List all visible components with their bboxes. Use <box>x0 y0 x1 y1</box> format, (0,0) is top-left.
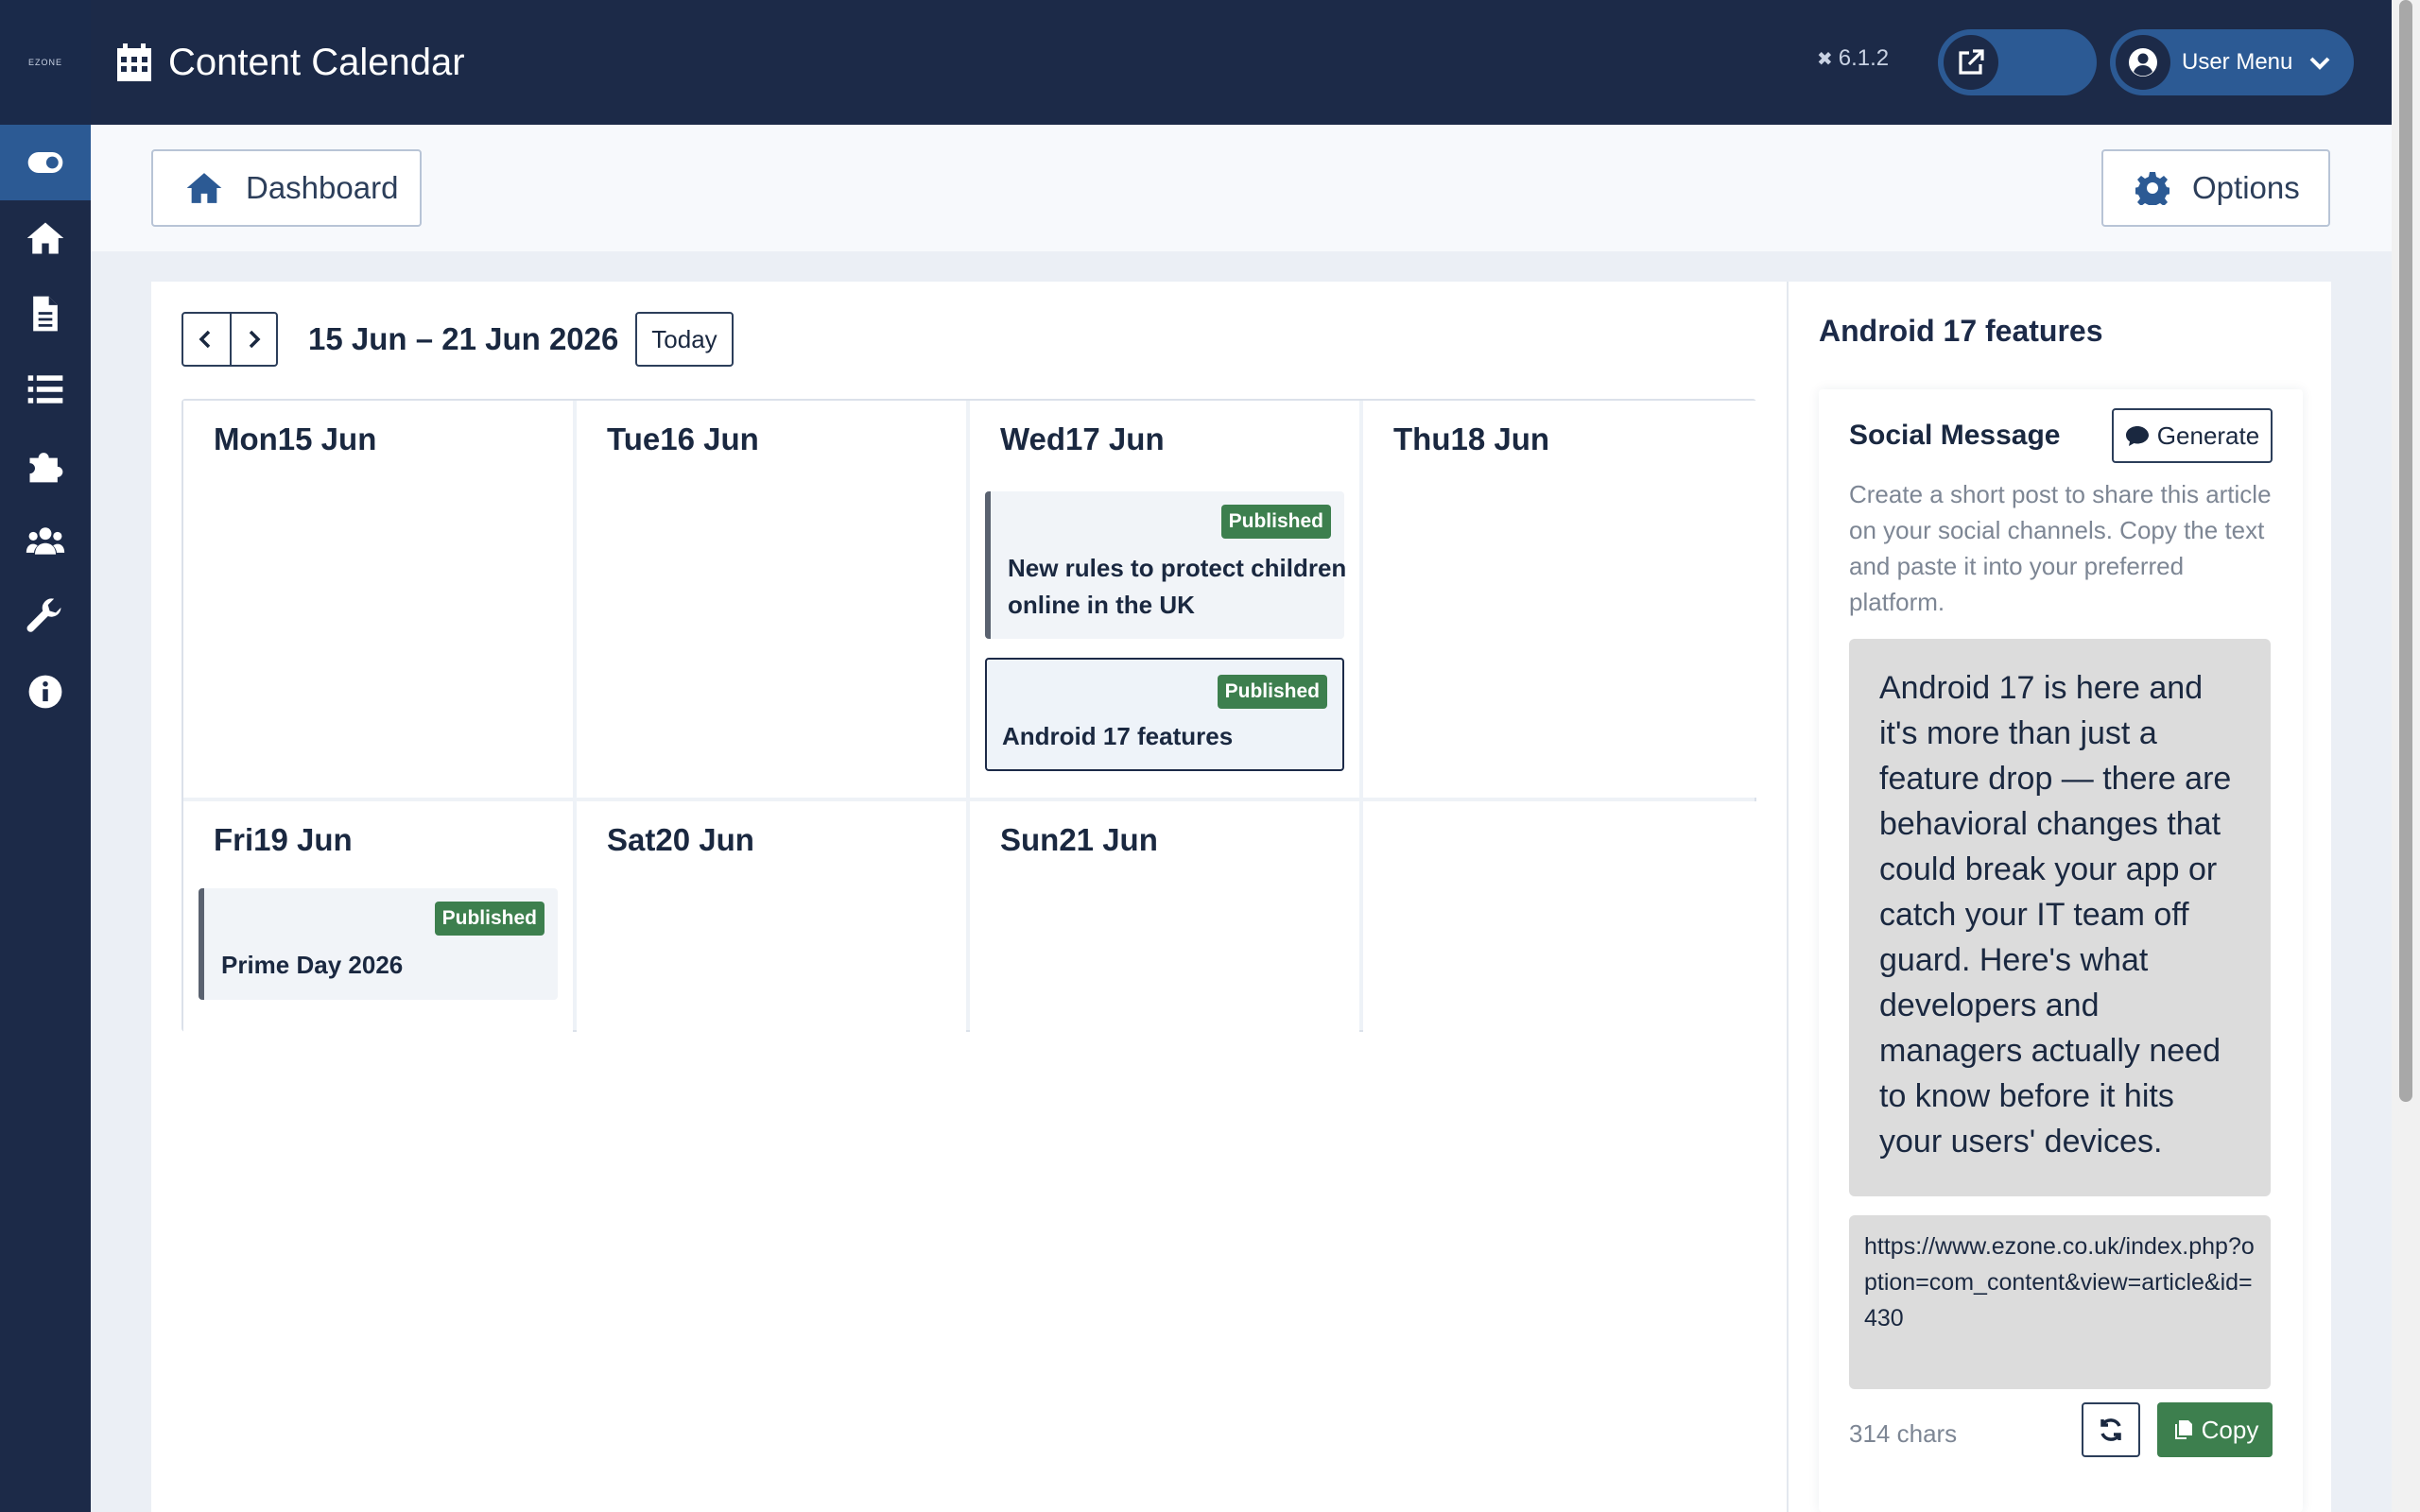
refresh-icon <box>2100 1418 2121 1441</box>
status-badge: Published <box>434 902 544 936</box>
article-url[interactable]: https://www.ezone.co.uk/index.php?option… <box>1849 1215 2271 1389</box>
social-message-card: Social Message Generate Create a short p… <box>1819 389 2303 1512</box>
chevron-left-icon <box>199 330 211 349</box>
page-title: Content Calendar <box>168 41 465 83</box>
day-cell[interactable]: Tue16 Jun <box>577 401 966 798</box>
version-number: 6.1.2 <box>1838 45 1890 71</box>
logo-text: EZONE <box>27 58 62 67</box>
day-label: Sat20 Jun <box>607 822 754 857</box>
day-label: Wed17 Jun <box>1000 421 1165 456</box>
sidebar-item-articles[interactable] <box>0 276 91 352</box>
day-cell[interactable]: Sat20 Jun <box>577 801 966 1032</box>
day-cell[interactable]: Sun21 Jun <box>970 801 1359 1032</box>
dashboard-label: Dashboard <box>246 170 399 205</box>
gear-icon <box>2135 172 2169 205</box>
social-message-heading: Social Message <box>1849 420 2061 451</box>
options-label: Options <box>2192 170 2300 205</box>
info-icon <box>28 675 62 709</box>
next-week-button[interactable] <box>229 314 276 365</box>
detail-panel: Android 17 features Social Message Gener… <box>1787 282 2331 1512</box>
event-title: Android 17 features <box>1002 722 1234 750</box>
calendar-grid: Mon15 Jun Tue16 Jun Wed17 Jun Published … <box>182 399 1756 1032</box>
today-button[interactable]: Today <box>635 312 734 367</box>
social-message-text[interactable]: Android 17 is here and it's more than ju… <box>1849 639 2271 1196</box>
status-badge: Published <box>1220 505 1331 539</box>
day-cell[interactable]: Mon15 Jun <box>183 401 573 798</box>
sidebar-item-menus[interactable] <box>0 352 91 427</box>
event-card[interactable]: Published Prime Day 2026 <box>199 888 558 1000</box>
calendar-panel: 15 Jun – 21 Jun 2026 Today Mon15 Jun Tue… <box>151 282 1787 1512</box>
chevron-right-icon <box>250 330 261 349</box>
user-menu-label: User Menu <box>2182 49 2293 75</box>
event-title: Prime Day 2026 <box>221 951 404 979</box>
status-badge: Published <box>1217 675 1327 709</box>
empty-cell <box>1363 801 1756 1032</box>
external-link-icon <box>1944 35 1998 90</box>
detail-title: Android 17 features <box>1819 314 2103 348</box>
sidebar-item-help[interactable] <box>0 654 91 730</box>
copy-label: Copy <box>2201 1415 2259 1444</box>
sidebar-item-users[interactable] <box>0 503 91 578</box>
day-label: Fri19 Jun <box>214 822 353 857</box>
event-title: New rules to protect children online in … <box>1008 554 1347 619</box>
date-range: 15 Jun – 21 Jun 2026 <box>308 321 619 356</box>
page-title-wrap: Content Calendar <box>117 0 465 125</box>
comment-icon <box>2125 426 2149 446</box>
sidebar: EZONE <box>0 0 91 1512</box>
day-label: Mon15 Jun <box>214 421 377 456</box>
copy-icon <box>2174 1420 2192 1439</box>
home-icon <box>186 173 222 203</box>
generate-label: Generate <box>2156 421 2260 450</box>
version-badge: ✖ 6.1.2 <box>1817 45 1889 72</box>
options-button[interactable]: Options <box>2101 149 2330 227</box>
dashboard-button[interactable]: Dashboard <box>151 149 422 227</box>
home-icon <box>26 222 64 254</box>
users-icon <box>26 527 65 555</box>
joomla-icon: ✖ <box>1817 48 1833 70</box>
day-cell[interactable]: Fri19 Jun Published Prime Day 2026 <box>183 801 573 1032</box>
sidebar-item-system[interactable] <box>0 578 91 654</box>
week-nav <box>182 312 278 367</box>
header: Content Calendar ✖ 6.1.2 User Menu <box>91 0 2392 125</box>
day-label: Sun21 Jun <box>1000 822 1158 857</box>
wrench-icon <box>26 598 61 632</box>
regenerate-button[interactable] <box>2082 1402 2140 1457</box>
logo[interactable]: EZONE <box>0 0 91 125</box>
puzzle-icon <box>29 453 63 483</box>
social-message-description: Create a short post to share this articl… <box>1849 480 2272 616</box>
user-menu-button[interactable]: User Menu <box>2110 29 2354 95</box>
event-card[interactable]: Published New rules to protect children … <box>985 491 1346 639</box>
event-card-selected[interactable]: Published Android 17 features <box>985 658 1344 771</box>
view-site-button[interactable] <box>1938 29 2097 95</box>
file-icon <box>33 296 58 332</box>
day-cell[interactable]: Wed17 Jun Published New rules to protect… <box>970 401 1359 798</box>
toolbar: Dashboard Options <box>91 125 2392 251</box>
sidebar-item-components[interactable] <box>0 427 91 503</box>
sidebar-item-toggle[interactable] <box>0 125 91 200</box>
day-label: Tue16 Jun <box>607 421 759 456</box>
page-scrollbar[interactable] <box>2392 0 2420 1512</box>
scrollbar-thumb[interactable] <box>2399 0 2412 1102</box>
copy-button[interactable]: Copy <box>2157 1402 2273 1457</box>
day-label: Thu18 Jun <box>1393 421 1550 456</box>
day-cell[interactable]: Thu18 Jun <box>1363 401 1756 798</box>
sidebar-item-home[interactable] <box>0 200 91 276</box>
prev-week-button[interactable] <box>183 314 230 365</box>
generate-button[interactable]: Generate <box>2112 408 2273 463</box>
user-avatar-icon <box>2116 35 2170 90</box>
calendar-icon <box>117 43 151 81</box>
toggle-icon <box>27 152 63 173</box>
list-icon <box>27 375 63 404</box>
chevron-down-icon <box>2309 57 2330 70</box>
char-count: 314 chars <box>1849 1419 1958 1448</box>
